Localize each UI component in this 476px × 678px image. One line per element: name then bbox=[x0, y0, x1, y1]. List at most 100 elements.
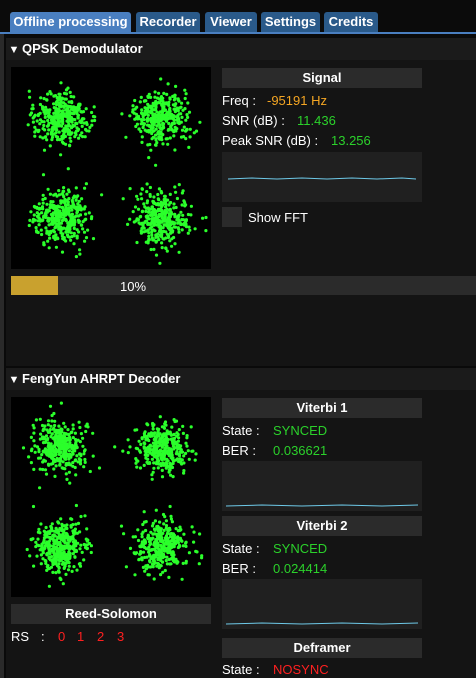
decoder-section-header[interactable]: ▼ FengYun AHRPT Decoder bbox=[6, 368, 476, 390]
constellation-point bbox=[49, 92, 53, 96]
constellation-point bbox=[64, 572, 68, 576]
constellation-point bbox=[177, 528, 181, 533]
constellation-point bbox=[159, 456, 163, 461]
constellation-point bbox=[154, 508, 158, 512]
constellation-point bbox=[171, 461, 175, 466]
constellation-point bbox=[76, 127, 81, 131]
constellation-point bbox=[163, 212, 168, 216]
constellation-point bbox=[150, 137, 154, 141]
constellation-point bbox=[65, 210, 69, 214]
constellation-point bbox=[27, 223, 31, 228]
constellation-point bbox=[136, 197, 140, 201]
constellation-point bbox=[59, 401, 64, 405]
constellation-point bbox=[29, 449, 34, 453]
constellation-point bbox=[186, 231, 190, 235]
constellation-point bbox=[78, 425, 82, 430]
constellation-point bbox=[68, 219, 73, 223]
constellation-point bbox=[42, 148, 47, 152]
constellation-point bbox=[144, 99, 148, 103]
constellation-point bbox=[168, 192, 172, 196]
constellation-point bbox=[171, 444, 175, 448]
constellation-point bbox=[197, 562, 201, 566]
show-fft-checkbox[interactable] bbox=[222, 207, 242, 227]
tab-offline-processing[interactable]: Offline processing bbox=[10, 12, 131, 32]
constellation-point bbox=[158, 415, 162, 419]
collapse-triangle-icon: ▼ bbox=[8, 44, 20, 56]
constellation-point bbox=[135, 458, 139, 463]
constellation-point bbox=[39, 562, 43, 566]
constellation-point bbox=[147, 210, 151, 214]
constellation-point bbox=[181, 424, 185, 428]
constellation-point bbox=[132, 111, 136, 115]
constellation-point bbox=[86, 425, 90, 429]
constellation-point bbox=[173, 185, 177, 189]
constellation-point bbox=[45, 208, 49, 212]
constellation-point bbox=[152, 122, 156, 127]
constellation-point bbox=[177, 227, 181, 231]
constellation-point bbox=[171, 475, 175, 479]
constellation-point bbox=[32, 426, 36, 430]
constellation-point bbox=[187, 551, 191, 555]
constellation-point bbox=[32, 213, 36, 217]
constellation-point bbox=[55, 115, 60, 119]
constellation-point bbox=[159, 207, 163, 211]
constellation-point bbox=[186, 212, 190, 217]
constellation-point bbox=[33, 113, 37, 117]
constellation-point bbox=[76, 194, 80, 198]
tab-settings[interactable]: Settings bbox=[261, 12, 320, 32]
constellation-point bbox=[52, 551, 56, 555]
constellation-point bbox=[140, 210, 144, 214]
constellation-point bbox=[52, 94, 56, 98]
constellation-point bbox=[157, 135, 161, 139]
constellation-point bbox=[142, 441, 146, 445]
constellation-point bbox=[32, 439, 36, 443]
constellation-point bbox=[70, 517, 74, 521]
constellation-point bbox=[173, 107, 178, 111]
constellation-point bbox=[146, 461, 150, 465]
constellation-point bbox=[58, 447, 62, 451]
constellation-point bbox=[158, 440, 162, 444]
constellation-point bbox=[44, 472, 49, 476]
constellation-point bbox=[137, 439, 141, 443]
constellation-point bbox=[62, 91, 67, 95]
constellation-point bbox=[40, 453, 44, 457]
constellation-point bbox=[173, 542, 178, 546]
constellation-point bbox=[171, 536, 175, 541]
tab-credits[interactable]: Credits bbox=[324, 12, 378, 32]
tab-viewer[interactable]: Viewer bbox=[205, 12, 257, 32]
constellation-point bbox=[164, 230, 168, 234]
constellation-point bbox=[41, 193, 45, 197]
constellation-point bbox=[174, 190, 178, 194]
constellation-point bbox=[65, 523, 69, 527]
constellation-point bbox=[148, 142, 152, 147]
left-rail bbox=[0, 34, 4, 678]
constellation-point bbox=[45, 540, 49, 544]
constellation-point bbox=[150, 236, 154, 240]
constellation-point bbox=[66, 167, 70, 171]
constellation-point bbox=[148, 443, 152, 447]
show-fft-label: Show FFT bbox=[248, 210, 308, 225]
tab-recorder[interactable]: Recorder bbox=[136, 12, 200, 32]
qpsk-section-header[interactable]: ▼ QPSK Demodulator bbox=[6, 38, 476, 60]
freq-value: -95191 Hz bbox=[267, 93, 327, 108]
constellation-point bbox=[74, 186, 78, 190]
constellation-point bbox=[176, 540, 180, 545]
constellation-point bbox=[47, 128, 51, 132]
constellation-point bbox=[161, 96, 165, 100]
constellation-point bbox=[62, 135, 66, 139]
constellation-point bbox=[48, 404, 53, 408]
constellation-point bbox=[177, 250, 181, 254]
constellation-point bbox=[25, 547, 29, 552]
constellation-point bbox=[86, 228, 90, 232]
constellation-point bbox=[59, 81, 63, 85]
constellation-point bbox=[56, 569, 61, 573]
constellation-point bbox=[170, 116, 174, 120]
constellation-point bbox=[153, 90, 157, 94]
constellation-point bbox=[71, 531, 76, 535]
constellation-point bbox=[62, 236, 66, 240]
constellation-point bbox=[74, 473, 78, 477]
constellation-point bbox=[121, 197, 125, 201]
constellation-point bbox=[157, 427, 161, 431]
constellation-point bbox=[147, 207, 151, 211]
constellation-point bbox=[120, 112, 124, 116]
